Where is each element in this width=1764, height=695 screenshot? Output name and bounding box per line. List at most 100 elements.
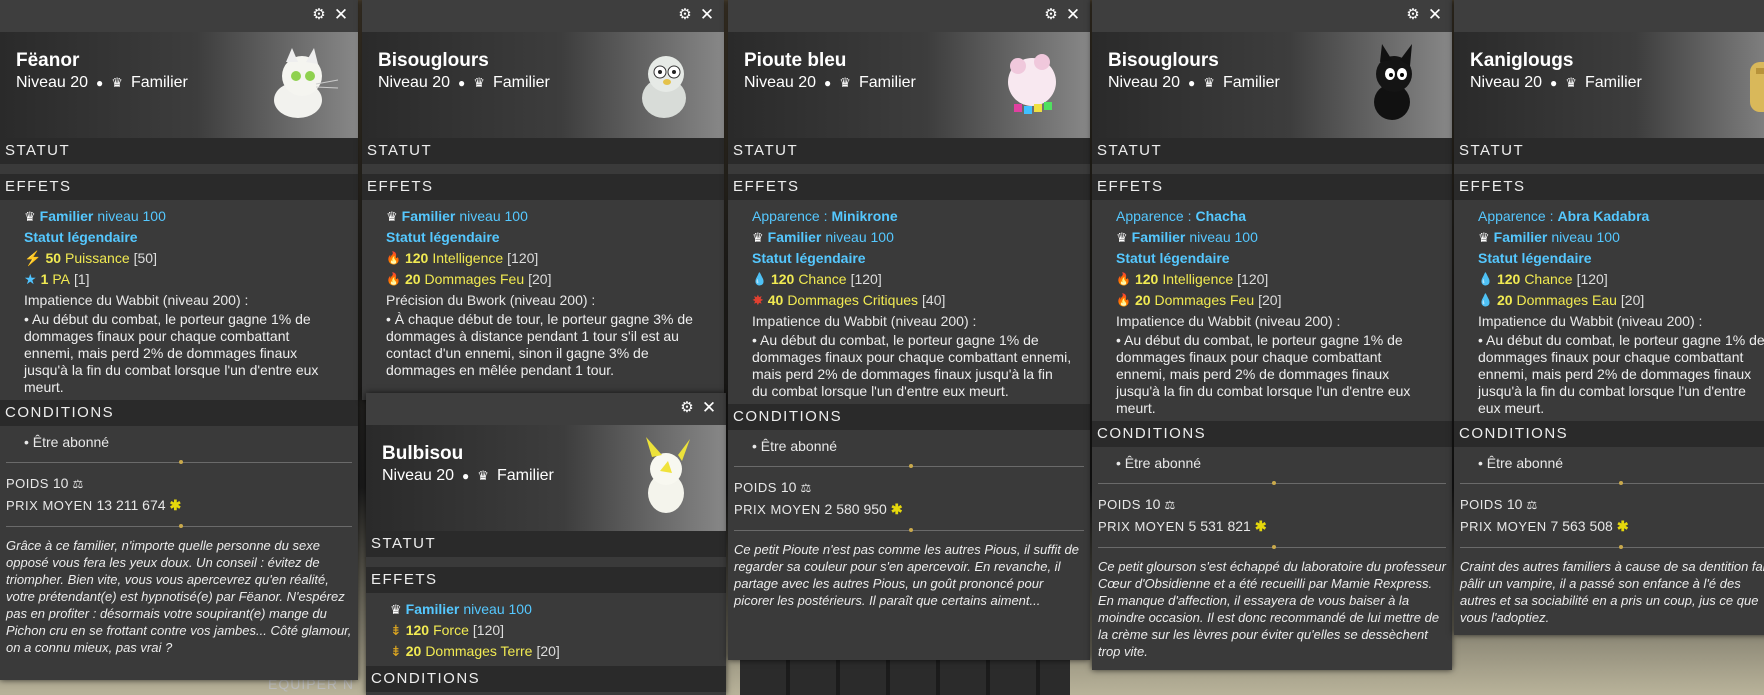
- price-value: 5 531 821: [1188, 518, 1251, 534]
- effect-familier: ♛ Familier niveau 100: [24, 206, 350, 227]
- gear-icon[interactable]: ⚙: [1404, 6, 1422, 24]
- card-topbar: ⚙ ✕: [366, 393, 726, 425]
- pet-image-pioute: [1008, 54, 1056, 114]
- weight-value: 10: [52, 475, 69, 491]
- close-icon[interactable]: ✕: [332, 6, 350, 24]
- appearance-value: Abra Kadabra: [1557, 208, 1650, 224]
- skill-description: • Au début du combat, le porteur gagne 1…: [752, 332, 1072, 399]
- skill-title: Impatience du Wabbit (niveau 200) :: [752, 313, 977, 329]
- crown-icon: ♛: [386, 209, 398, 224]
- tooltip-card-pioute-bleu: ⚙ ✕ Pioute bleu Niveau 20 ● ♛ Familier S…: [728, 0, 1090, 660]
- pet-type-icon: ♛: [1203, 75, 1215, 90]
- card-header: Pioute bleu Niveau 20 ● ♛ Familier: [728, 32, 1090, 138]
- item-name: Kaniglougs: [1470, 50, 1574, 71]
- close-icon[interactable]: ✕: [698, 6, 716, 24]
- condition-item: • Être abonné: [24, 434, 110, 450]
- effect-stat: 💧 120 Chance [120]: [752, 269, 1082, 290]
- effect-stat: ✸ 40 Dommages Critiques [40]: [752, 290, 1082, 311]
- pet-image-kaniglougs: [1750, 62, 1764, 112]
- fire-icon: 🔥: [386, 251, 401, 265]
- item-meta: POIDS 10 ⚖ PRIX MOYEN 2 580 950 ✱: [728, 475, 1090, 522]
- effects-list: Apparence : Minikrone ♛ Familier niveau …: [728, 200, 1090, 404]
- water-drop-icon: 💧: [1478, 293, 1493, 307]
- item-subtitle: Niveau 20 ● ♛ Familier: [1108, 74, 1280, 91]
- effect-stat: ★ 1 PA [1]: [24, 269, 350, 290]
- skill-description: • Au début du combat, le porteur gagne 1…: [1478, 332, 1764, 416]
- close-icon[interactable]: ✕: [1426, 6, 1444, 24]
- weight-value: 10: [780, 479, 797, 495]
- crown-icon: ♛: [1116, 230, 1128, 245]
- gear-icon[interactable]: ⚙: [310, 6, 328, 24]
- effect-stat: 💧 20 Dommages Eau [20]: [1478, 290, 1764, 311]
- price-value: 7 563 508: [1550, 518, 1613, 534]
- tooltip-card-feanor: ⚙ ✕ Fëanor Niveau 20 ● ♛ Familier STATUT…: [0, 0, 358, 680]
- item-subtitle: Niveau 20 ● ♛ Familier: [16, 74, 188, 92]
- condition-item: • Être abonné: [1478, 455, 1564, 471]
- crown-icon: ♛: [24, 209, 36, 224]
- condition-item: • Être abonné: [752, 438, 838, 454]
- lore-text: Craint des autres familiers à cause de s…: [1460, 559, 1764, 625]
- weight-icon: ⚖: [72, 477, 84, 491]
- card-topbar: ⚙ ✕: [1092, 0, 1452, 32]
- kama-icon: ✱: [1616, 518, 1629, 534]
- item-type: Familier: [130, 74, 188, 91]
- divider: [6, 524, 352, 528]
- pet-type-icon: ♛: [111, 75, 123, 90]
- effects-list: ♛ Familier niveau 100 Statut légendaire …: [0, 200, 358, 400]
- lore-text: Ce petit Pioute n'est pas comme les autr…: [734, 542, 1079, 608]
- lore-text: Grâce à ce familier, n'importe quelle pe…: [6, 538, 352, 655]
- weight-icon: ⚖: [800, 481, 812, 495]
- water-drop-icon: 💧: [1478, 272, 1493, 286]
- effect-stat: 🔥 20 Dommages Feu [20]: [1116, 290, 1444, 311]
- tooltip-card-bulbisou: ⚙ ✕ Bulbisou Niveau 20 ● ♛ Familier STAT…: [366, 393, 726, 695]
- weight-value: 10: [1506, 496, 1523, 512]
- pet-type-icon: ♛: [473, 75, 485, 90]
- gear-icon[interactable]: ⚙: [1042, 6, 1060, 24]
- item-name: Bisouglours: [1108, 50, 1219, 71]
- card-topbar: ⚙ ✕: [0, 0, 358, 32]
- card-header: Bisouglours Niveau 20 ● ♛ Familier: [362, 32, 724, 138]
- effect-stat: 🔥 120 Intelligence [120]: [386, 248, 716, 269]
- pet-image-feanor: [274, 48, 339, 118]
- effect-stat: 🔥 120 Intelligence [120]: [1116, 269, 1444, 290]
- item-subtitle: Niveau 20 ● ♛ Familier: [744, 74, 916, 91]
- skill-title: Impatience du Wabbit (niveau 200) :: [24, 292, 249, 308]
- effect-stat: ⇟ 120 Force [120]: [390, 620, 718, 641]
- tooltip-card-bisouglours-chacha: ⚙ ✕ Bisouglours Niveau 20 ● ♛ Familier S…: [1092, 0, 1452, 670]
- skill-description: • À chaque début de tour, le porteur gag…: [386, 311, 693, 378]
- card-topbar: ⚙ ✕: [728, 0, 1090, 32]
- item-name: Fëanor: [16, 50, 80, 71]
- effects-list: ♛ Familier niveau 100 Statut légendaire …: [362, 200, 724, 383]
- card-header: Fëanor Niveau 20 ● ♛ Familier: [0, 32, 358, 138]
- gear-icon[interactable]: ⚙: [678, 399, 696, 417]
- effects-list: Apparence : Chacha ♛ Familier niveau 100…: [1092, 200, 1452, 421]
- appearance-value: Chacha: [1195, 208, 1247, 224]
- earth-icon: ⇟: [390, 643, 402, 659]
- skill-description: • Au début du combat, le porteur gagne 1…: [1116, 332, 1411, 416]
- card-topbar: [1454, 0, 1764, 32]
- skill-title: Impatience du Wabbit (niveau 200) :: [1116, 313, 1341, 329]
- fire-icon: 🔥: [1116, 272, 1131, 286]
- item-meta: POIDS 10 ⚖ PRIX MOYEN 5 531 821 ✱: [1092, 492, 1452, 539]
- condition-item: • Être abonné: [1116, 455, 1202, 471]
- fire-icon: 🔥: [1116, 293, 1131, 307]
- card-topbar: ⚙ ✕: [362, 0, 724, 32]
- kama-icon: ✱: [169, 497, 182, 513]
- section-conditions: CONDITIONS: [0, 400, 358, 426]
- close-icon[interactable]: ✕: [1064, 6, 1082, 24]
- effects-list: Apparence : Abra Kadabra ♛ Familier nive…: [1454, 200, 1764, 421]
- crown-icon: ♛: [752, 230, 764, 245]
- card-header: Bulbisou Niveau 20 ● ♛ Familier: [366, 425, 726, 531]
- gear-icon[interactable]: ⚙: [676, 6, 694, 24]
- pet-type-icon: ♛: [839, 75, 851, 90]
- close-icon[interactable]: ✕: [700, 399, 718, 417]
- power-icon: ⚡: [24, 250, 42, 266]
- crown-icon: ♛: [390, 602, 402, 617]
- card-header: Bisouglours Niveau 20 ● ♛ Familier: [1092, 32, 1452, 138]
- pa-star-icon: ★: [24, 271, 37, 287]
- effect-stat: 🔥 20 Dommages Feu [20]: [386, 269, 716, 290]
- section-effets: EFFETS: [0, 174, 358, 200]
- item-name: Bisouglours: [378, 50, 489, 71]
- pet-type-icon: ♛: [1565, 75, 1577, 90]
- pet-image-bisouglours: [642, 56, 686, 118]
